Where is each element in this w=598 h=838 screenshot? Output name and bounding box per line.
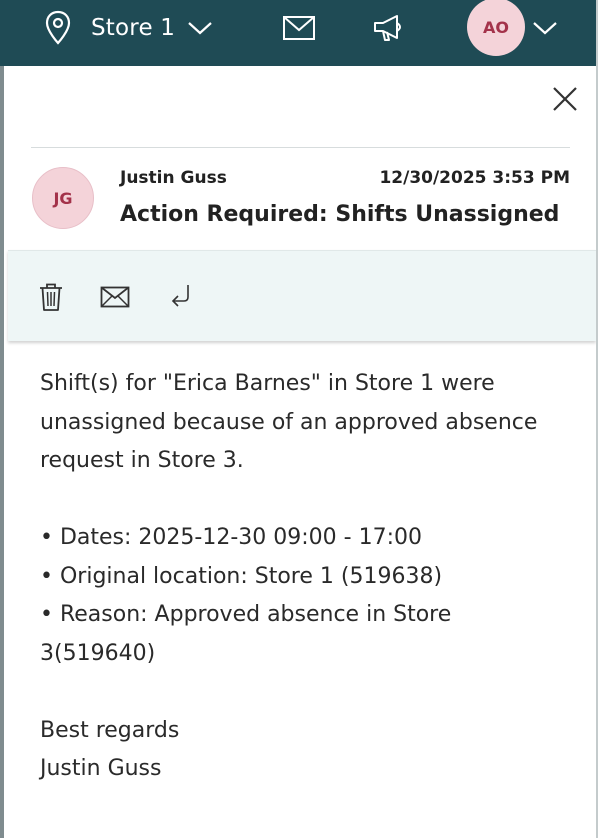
- mail-icon[interactable]: [100, 286, 130, 308]
- sender-avatar: JG: [32, 167, 94, 229]
- message-signature: Justin Guss: [40, 756, 162, 781]
- close-icon[interactable]: [550, 84, 580, 114]
- location-pin-icon: [45, 10, 71, 45]
- message-action-toolbar: [8, 250, 596, 341]
- mail-icon[interactable]: [282, 14, 316, 42]
- message-bullet-location: • Original location: Store 1 (519638): [40, 563, 443, 589]
- header-divider: [31, 147, 570, 148]
- sender-name: Justin Guss: [120, 168, 227, 188]
- trash-icon[interactable]: [38, 282, 64, 312]
- reply-icon[interactable]: [170, 283, 192, 307]
- top-navigation-bar: Store 1 AO: [0, 0, 598, 66]
- chevron-down-icon[interactable]: [532, 20, 558, 36]
- user-avatar[interactable]: AO: [467, 0, 525, 56]
- store-selector[interactable]: Store 1: [44, 10, 213, 46]
- message-intro: Shift(s) for "Erica Barnes" in Store 1 w…: [40, 371, 538, 473]
- message-body: Shift(s) for "Erica Barnes" in Store 1 w…: [40, 365, 570, 789]
- message-bullet-dates: • Dates: 2025-12-30 09:00 - 17:00: [40, 525, 422, 550]
- message-bullet-reason: • Reason: Approved absence in Store 3(51…: [40, 602, 452, 666]
- window-frame-left: [0, 0, 4, 838]
- megaphone-icon[interactable]: [372, 12, 406, 44]
- message-subject: Action Required: Shifts Unassigned: [120, 202, 560, 227]
- message-timestamp: 12/30/2025 3:53 PM: [379, 168, 570, 188]
- chevron-down-icon: [188, 22, 212, 35]
- message-closing: Best regards: [40, 717, 180, 743]
- store-selector-label: Store 1: [91, 15, 176, 41]
